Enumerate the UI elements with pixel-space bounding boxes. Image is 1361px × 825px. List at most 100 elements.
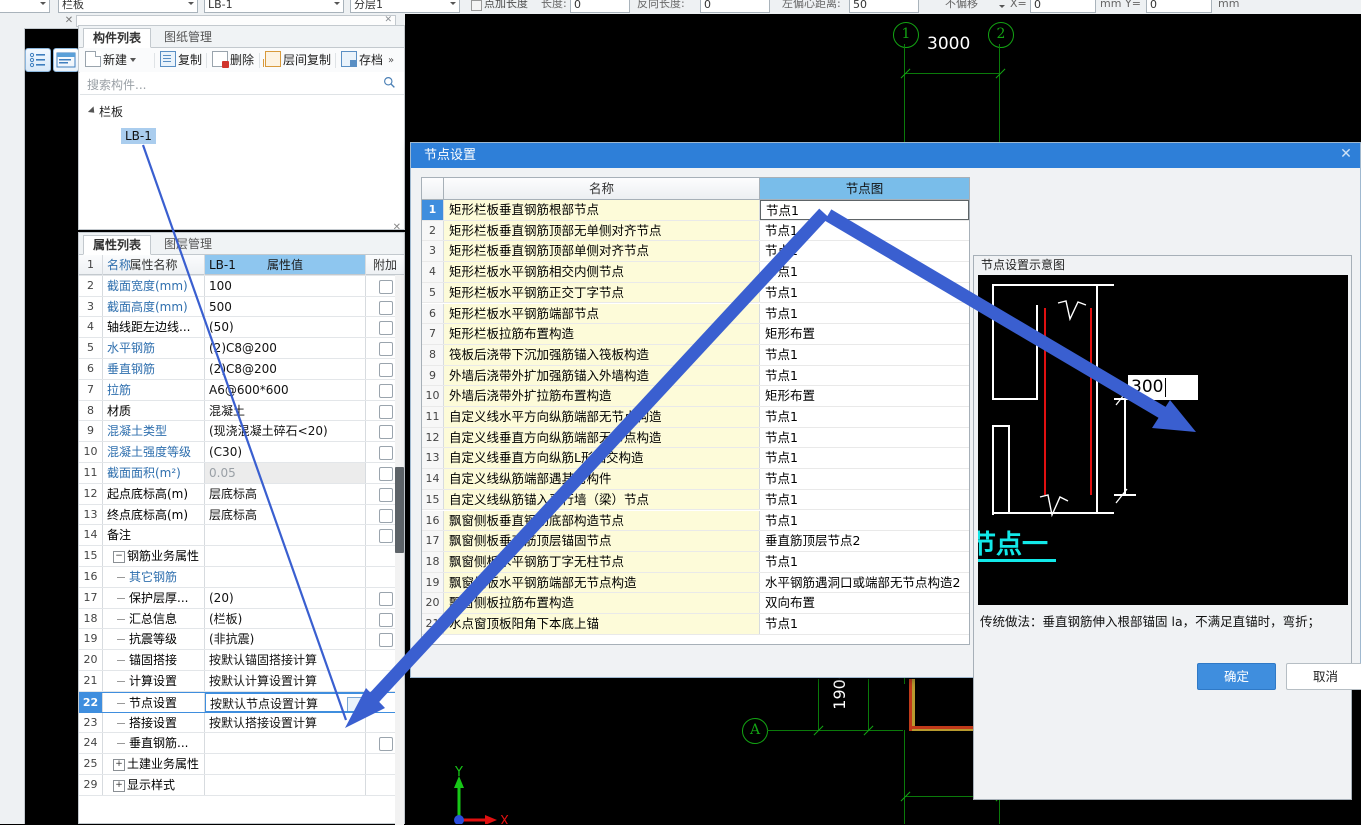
tab-drawing-management[interactable]: 图纸管理	[155, 28, 221, 48]
property-scrollbar-thumb[interactable]	[395, 467, 404, 553]
expand-icon[interactable]: +	[113, 759, 125, 772]
table-row[interactable]: 4 矩形栏板水平钢筋相交内侧节点 节点1	[422, 262, 969, 283]
table-row-node[interactable]: 矩形布置	[760, 324, 969, 344]
table-row[interactable]: 19 飘窗侧板水平钢筋端部无节点构造 水平钢筋遇洞口或端部无节点构造2	[422, 572, 969, 594]
property-row[interactable]: 24 垂直钢筋...	[79, 733, 404, 755]
chevron-down-icon[interactable]	[130, 58, 137, 62]
property-row[interactable]: 11 截面面积(m²) 0.05	[79, 463, 404, 484]
table-row-node[interactable]: 水平钢筋遇洞口或端部无节点构造2	[760, 573, 969, 593]
property-row-value[interactable]: 按默认计算设置计算	[205, 671, 366, 691]
table-row[interactable]: 18 飘窗侧板水平钢筋丁字无柱节点 节点1	[422, 551, 969, 573]
property-row-value[interactable]: (现浇混凝土碎石<20)	[205, 421, 366, 442]
ok-button[interactable]: 确定	[1197, 663, 1276, 690]
properties-view-icon[interactable]	[53, 48, 79, 72]
table-row-node[interactable]: 节点1	[760, 428, 969, 448]
length-input[interactable]: 0	[570, 0, 630, 13]
property-row[interactable]: 25 + 土建业务属性	[79, 754, 404, 775]
property-row-value[interactable]: 层底标高	[205, 483, 366, 504]
offset-combo[interactable]: 不偏移	[945, 0, 978, 11]
attach-checkbox[interactable]	[379, 300, 393, 315]
table-row-node[interactable]: 节点1	[760, 448, 969, 468]
table-row[interactable]: 14 自定义线纵筋端部遇其它构件 节点1	[422, 469, 969, 490]
table-row-node[interactable]: 垂直筋顶层节点2	[760, 531, 969, 551]
attach-checkbox[interactable]	[379, 612, 393, 627]
property-row-value[interactable]: (非抗震)	[205, 629, 366, 650]
property-row-value[interactable]	[205, 775, 366, 795]
property-row-value[interactable]: (2)C8@200	[205, 338, 366, 358]
tab-layer-management[interactable]: 图层管理	[155, 235, 221, 255]
property-row-value[interactable]: 按默认搭接设置计算	[205, 712, 366, 733]
property-row[interactable]: 10 混凝土强度等级 (C30)	[79, 442, 404, 463]
search-input-placeholder[interactable]: 搜索构件...	[87, 76, 146, 93]
point-add-length-checkbox[interactable]	[471, 0, 482, 11]
new-button[interactable]: 新建	[85, 51, 137, 70]
table-row-node[interactable]: 节点1	[760, 304, 969, 324]
table-row-node[interactable]: 双向布置	[760, 593, 969, 613]
attach-checkbox[interactable]	[379, 425, 393, 440]
layer-copy-button[interactable]: 层间复制	[263, 51, 331, 70]
property-row[interactable]: 19 抗震等级 (非抗震)	[79, 629, 404, 651]
table-row-node[interactable]: 节点1	[760, 490, 969, 510]
property-row-value[interactable]	[205, 567, 366, 587]
ellipsis-button[interactable]	[347, 696, 362, 711]
property-row[interactable]: 12 起点底标高(m) 层底标高	[79, 483, 404, 505]
property-row[interactable]: 15− 钢筋业务属性	[79, 546, 404, 567]
y-input[interactable]: 0	[1146, 0, 1212, 13]
property-row-value[interactable]: 500	[205, 296, 366, 317]
toolbar-combo-0[interactable]: 其它	[0, 0, 50, 13]
table-row-node[interactable]: 节点1	[760, 407, 969, 427]
list-view-icon[interactable]	[25, 48, 51, 72]
toolbar-combo-3[interactable]: 分层1	[350, 0, 460, 13]
property-row-value[interactable]	[205, 733, 366, 754]
property-row-value[interactable]: (C30)	[205, 442, 366, 462]
property-row[interactable]: 8 材质 混凝土	[79, 400, 404, 422]
table-row-node[interactable]: 节点1	[760, 552, 969, 572]
attach-checkbox[interactable]	[379, 279, 393, 294]
property-row-value[interactable]: (2)C8@200	[205, 359, 366, 379]
close-icon[interactable]: ✕	[1338, 147, 1354, 163]
property-row[interactable]: 1 名称 LB-1	[79, 255, 404, 276]
table-row-node[interactable]: 节点1	[760, 614, 969, 634]
attach-checkbox[interactable]	[379, 467, 393, 481]
table-row[interactable]: 12 自定义线垂直方向纵筋端部无节点构造 节点1	[422, 427, 969, 449]
tab-component-list[interactable]: 构件列表	[83, 28, 152, 48]
search-component-row[interactable]: 搜索构件...	[80, 72, 404, 95]
table-row[interactable]: 2 矩形栏板垂直钢筋顶部无单侧对齐节点 节点1	[422, 220, 969, 242]
property-row-value[interactable]: 0.05	[205, 463, 366, 483]
property-row-value[interactable]: A6@600*600	[205, 379, 366, 400]
attach-checkbox[interactable]	[379, 508, 393, 523]
property-row[interactable]: 9 混凝土类型 (现浇混凝土碎石<20)	[79, 421, 404, 443]
table-row[interactable]: 21 水点窗顶板阳角下本底上锚 节点1	[422, 614, 969, 635]
property-row[interactable]: 29 + 显示样式	[79, 775, 404, 796]
table-row[interactable]: 17 飘窗侧板垂直筋顶层锚固节点 垂直筋顶层节点2	[422, 531, 969, 552]
property-row[interactable]: 6 垂直钢筋 (2)C8@200	[79, 359, 404, 380]
attach-checkbox[interactable]	[379, 591, 393, 606]
attach-checkbox[interactable]	[379, 383, 393, 398]
cancel-button[interactable]: 取消	[1286, 663, 1361, 690]
property-row[interactable]: 4 轴线距左边线... (50)	[79, 317, 404, 339]
table-row[interactable]: 11 自定义线水平方向纵筋端部无节点构造 节点1	[422, 407, 969, 428]
property-row[interactable]: 23 搭接设置 按默认搭接设置计算	[79, 712, 404, 734]
property-row-value[interactable]: 按默认节点设置计算	[205, 692, 366, 712]
attach-checkbox[interactable]	[379, 404, 393, 419]
table-row[interactable]: 13 自定义线垂直方向纵筋L形相交构造 节点1	[422, 448, 969, 470]
table-row-node[interactable]: 节点1	[760, 221, 969, 241]
table-row[interactable]: 7 矩形栏板拉筋布置构造 矩形布置	[422, 324, 969, 345]
table-row-node[interactable]: 节点1	[760, 366, 969, 386]
property-row[interactable]: 2 截面宽度(mm) 100	[79, 275, 404, 297]
table-row-node[interactable]: 节点1	[760, 345, 969, 365]
attach-checkbox[interactable]	[379, 737, 393, 752]
table-row-node[interactable]: 节点1	[760, 262, 969, 282]
rail-button-properties[interactable]	[53, 48, 79, 72]
property-row[interactable]: 14 备注	[79, 525, 404, 547]
property-row-value[interactable]: (栏板)	[205, 608, 366, 629]
dimension-value-input[interactable]: 300	[1128, 375, 1198, 400]
table-row-node[interactable]: 节点1	[760, 241, 969, 261]
property-row-value[interactable]	[205, 754, 366, 774]
property-row-value[interactable]: 按默认锚固搭接计算	[205, 650, 366, 670]
property-row[interactable]: 18 汇总信息 (栏板)	[79, 608, 404, 630]
attach-checkbox[interactable]	[379, 342, 393, 357]
table-row[interactable]: 5 矩形栏板水平钢筋正交丁字节点 节点1	[422, 282, 969, 304]
close-icon[interactable]: ✕	[384, 15, 392, 25]
x-input[interactable]: 0	[1030, 0, 1096, 13]
